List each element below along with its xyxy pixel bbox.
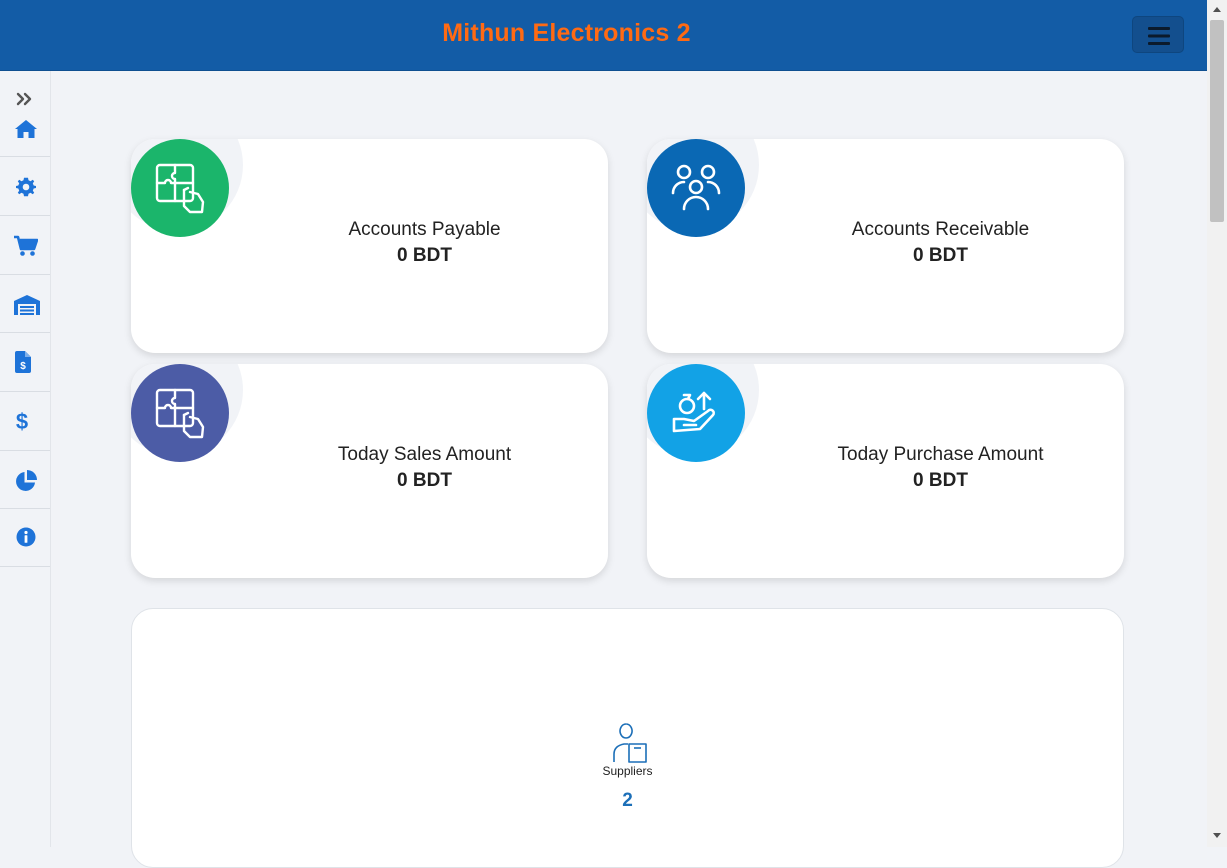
sidebar-item-cart[interactable] — [0, 216, 50, 275]
accounts-payable-badge — [131, 139, 229, 237]
brand-title[interactable]: Mithun Electronics 2 — [0, 19, 1133, 48]
today-purchase-card[interactable]: Today Purchase Amount 0 BDT — [647, 364, 1124, 578]
sidebar-item-settings[interactable] — [0, 157, 50, 216]
svg-text:$: $ — [16, 409, 28, 433]
sidebar-item-invoice[interactable]: $ — [0, 333, 50, 392]
scroll-thumb[interactable] — [1210, 20, 1224, 222]
hamburger-icon — [1148, 27, 1170, 45]
sidebar-item-about[interactable] — [0, 509, 50, 567]
card-label: Accounts Payable — [348, 219, 501, 240]
puzzle-hand-icon — [155, 163, 205, 214]
dollar-icon: $ — [16, 409, 28, 433]
card-label: Accounts Receivable — [851, 219, 1030, 240]
suppliers-label: Suppliers — [602, 764, 653, 778]
sidebar-item-home[interactable] — [0, 71, 50, 157]
invoice-icon: $ — [15, 351, 31, 373]
puzzle-hand-icon — [155, 388, 205, 439]
users-group-icon — [671, 164, 721, 211]
card-value: 0 BDT — [397, 470, 452, 491]
scroll-down-arrow-icon[interactable] — [1212, 832, 1222, 840]
pie-chart-icon — [16, 470, 37, 491]
accounts-receivable-badge — [647, 139, 745, 237]
sidebar-item-warehouse[interactable] — [0, 275, 50, 333]
home-icon — [15, 120, 37, 138]
supplier-person-box-icon — [613, 723, 647, 763]
scroll-up-arrow-icon[interactable] — [1212, 5, 1222, 13]
gear-icon — [16, 177, 36, 197]
accounts-payable-card[interactable]: Accounts Payable 0 BDT — [131, 139, 608, 353]
hand-money-up-icon — [672, 391, 715, 433]
card-label: Today Sales Amount — [337, 444, 512, 465]
sidebar: $ $ — [0, 71, 51, 847]
top-navbar: Mithun Electronics 2 — [0, 0, 1207, 71]
suppliers-count: 2 — [622, 790, 633, 811]
sidebar-item-reports[interactable] — [0, 451, 50, 509]
info-icon — [16, 527, 36, 547]
today-sales-badge — [131, 364, 229, 462]
sidebar-item-finance[interactable]: $ — [0, 392, 50, 451]
today-sales-card[interactable]: Today Sales Amount 0 BDT — [131, 364, 608, 578]
menu-toggle-button[interactable] — [1132, 16, 1184, 53]
today-purchase-badge — [647, 364, 745, 462]
card-label: Today Purchase Amount — [837, 444, 1044, 465]
accounts-receivable-card[interactable]: Accounts Receivable 0 BDT — [647, 139, 1124, 353]
card-value: 0 BDT — [913, 245, 968, 266]
expand-chevrons-icon[interactable] — [16, 92, 34, 106]
scrollbar[interactable] — [1207, 0, 1227, 847]
card-value: 0 BDT — [913, 470, 968, 491]
svg-text:$: $ — [20, 361, 26, 372]
cart-icon — [14, 235, 38, 256]
card-value: 0 BDT — [397, 245, 452, 266]
suppliers-card[interactable]: Suppliers 2 — [131, 608, 1124, 868]
warehouse-icon — [14, 295, 40, 315]
